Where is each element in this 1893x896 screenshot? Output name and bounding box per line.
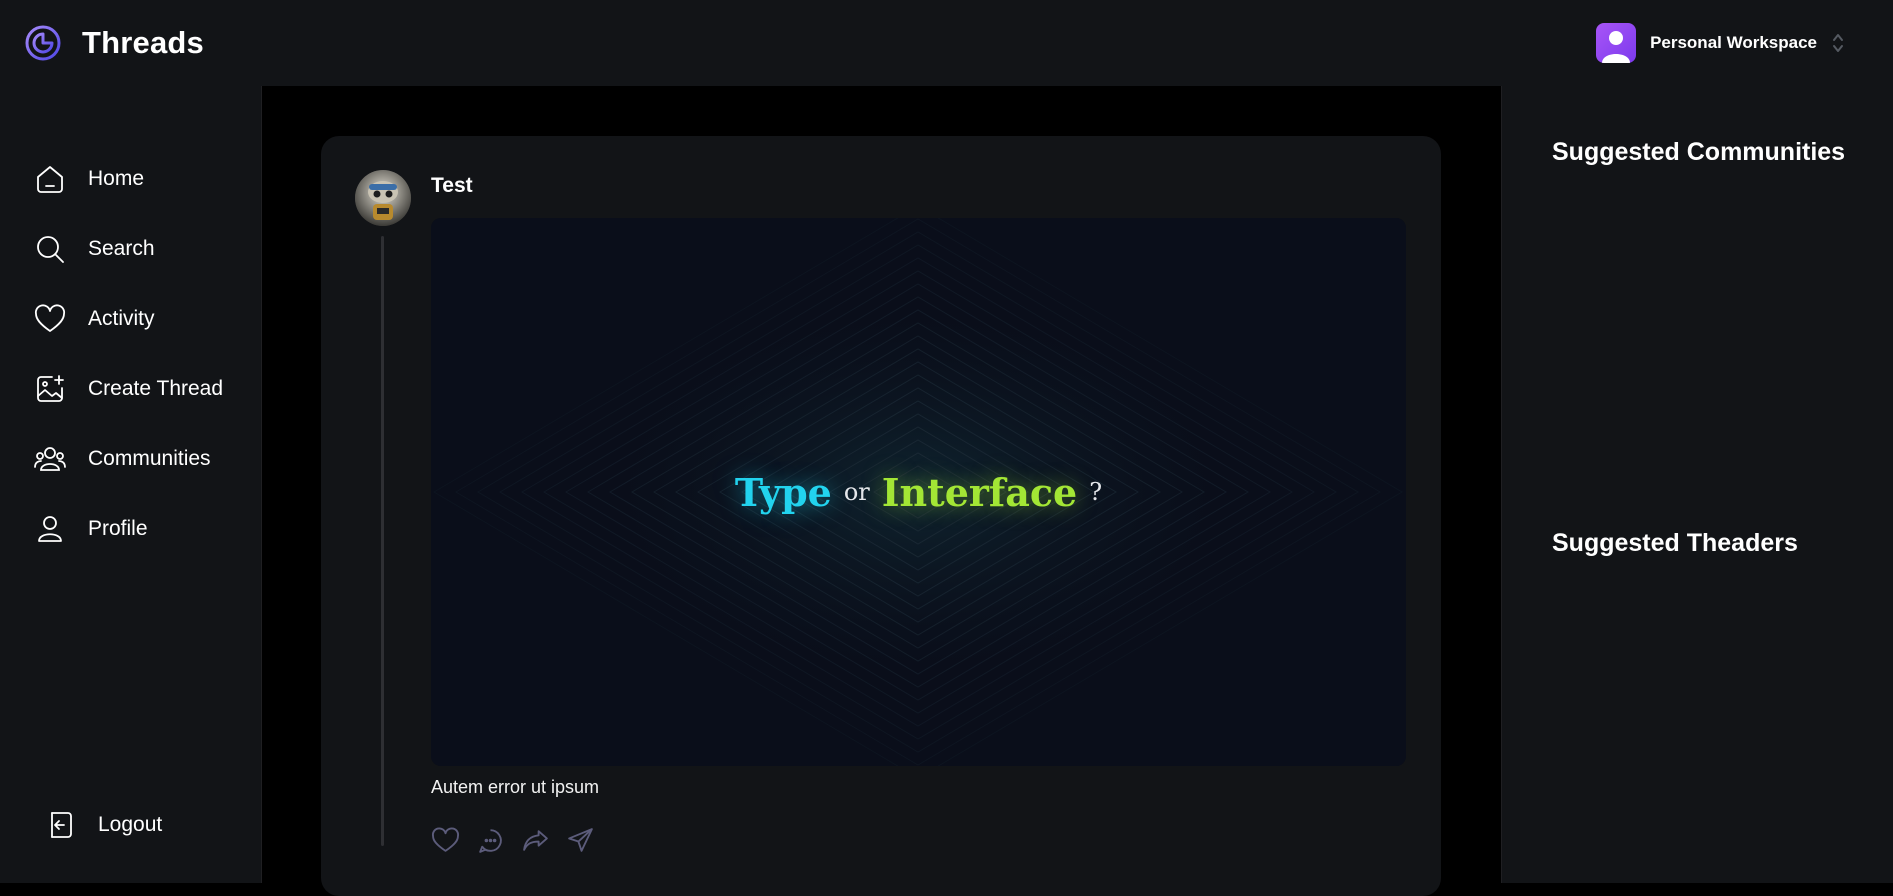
logout-button[interactable]: Logout [44,809,162,841]
post-actions [431,826,595,855]
sidebar-item-label: Profile [88,517,148,540]
logout-label: Logout [98,813,163,836]
image-word-question: ? [1089,478,1103,506]
home-icon [37,166,63,193]
user-avatar-icon [1602,31,1631,63]
sidebar-item-activity[interactable]: Activity [0,284,261,354]
robot-avatar-icon [355,170,411,226]
threads-logo-icon [25,25,61,61]
sidebar-item-label: Home [88,167,145,190]
logout-icon [51,812,72,838]
chevron-up-down-icon [1833,34,1843,52]
workspace-avatar [1596,23,1637,63]
left-sidebar: Home Search Activity Create Thread Commu… [0,86,262,883]
post-image[interactable]: Type or Interface ? [431,218,1406,766]
image-word-interface: Interface [881,469,1078,515]
users-icon [34,447,66,471]
sidebar-item-create-thread[interactable]: Create Thread [0,354,261,424]
thread-connector-line [381,236,384,846]
image-word-type: Type [734,469,832,515]
sidebar-item-search[interactable]: Search [0,214,261,284]
main-feed: Test Type or Interface ? Autem error ut … [262,86,1501,896]
image-caption: Type or Interface ? [431,218,1406,766]
sidebar-item-label: Search [88,237,155,260]
sidebar-item-label: Create Thread [88,377,224,400]
sidebar-item-communities[interactable]: Communities [0,424,261,494]
repost-icon[interactable] [521,826,550,855]
reply-icon[interactable] [476,826,505,855]
search-icon [37,236,64,263]
sidebar-item-label: Activity [88,307,155,330]
image-word-or: or [843,478,870,506]
author-avatar[interactable] [355,170,411,226]
sidebar-item-home[interactable]: Home [0,144,261,214]
image-plus-icon [37,375,64,402]
share-icon[interactable] [566,826,595,855]
brand[interactable]: Threads [24,24,204,62]
suggested-threaders-title: Suggested Theaders [1552,529,1798,557]
thread-card: Test Type or Interface ? Autem error ut … [321,136,1441,896]
nav-list: Home Search Activity Create Thread Commu… [0,86,261,564]
workspace-name: Personal Workspace [1650,33,1817,52]
right-sidebar: Suggested Communities Suggested Theaders [1501,86,1893,883]
topbar: Threads Personal Workspace [0,0,1893,86]
sidebar-item-label: Communities [88,447,211,470]
heart-icon [34,304,66,332]
sidebar-item-profile[interactable]: Profile [0,494,261,564]
app-title: Threads [82,25,204,60]
workspace-switcher[interactable]: Personal Workspace [1596,23,1845,63]
user-icon [38,516,62,542]
suggested-communities-title: Suggested Communities [1552,138,1846,166]
heart-icon[interactable] [431,826,460,855]
author-name[interactable]: Test [431,174,473,198]
post-text: Autem error ut ipsum [431,777,600,797]
